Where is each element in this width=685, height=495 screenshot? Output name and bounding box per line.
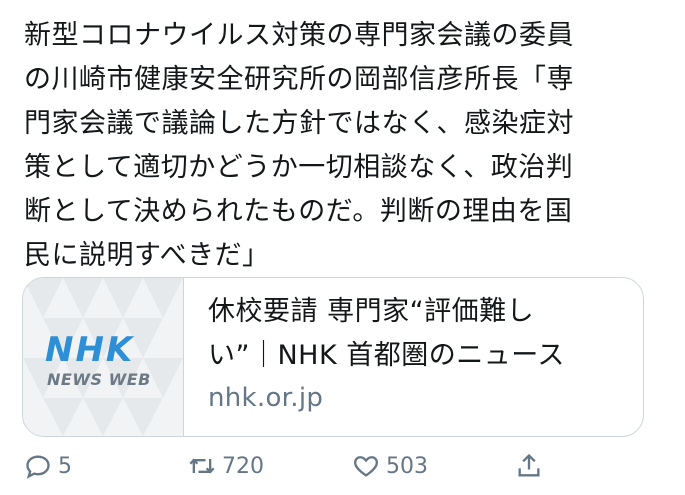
card-thumbnail[interactable]: NHK NEWS WEB: [23, 278, 184, 436]
share-button[interactable]: [515, 452, 543, 480]
reply-icon: [26, 455, 50, 479]
reply-button[interactable]: 5: [24, 452, 72, 480]
retweet-count: 720: [222, 453, 264, 479]
card-domain: nhk.or.jp: [208, 383, 324, 413]
heart-icon: [354, 456, 378, 477]
card-body[interactable]: 休校要請 専門家“評価難し い”｜NHK 首都圏のニュース nhk.or.jp: [184, 278, 643, 436]
like-count: 503: [386, 453, 428, 479]
nhk-logo: NHK: [45, 330, 135, 370]
like-button[interactable]: 503: [352, 452, 428, 480]
reply-count: 5: [58, 453, 72, 479]
retweet-button[interactable]: 720: [188, 452, 264, 480]
tweet-actions: 5 720 503: [0, 452, 685, 492]
tweet-text: 新型コロナウイルス対策の専門家会議の委員 の川崎市健康安全研究所の岡部信彦所長「…: [24, 20, 574, 271]
retweet-icon: [189, 458, 215, 474]
share-icon: [518, 453, 540, 477]
news-web-label: NEWS WEB: [47, 370, 151, 389]
link-card[interactable]: NHK NEWS WEB 休校要請 専門家“評価難し い”｜NHK 首都圏のニュ…: [22, 277, 644, 437]
card-title[interactable]: 休校要請 専門家“評価難し い”｜NHK 首都圏のニュース: [208, 290, 621, 378]
